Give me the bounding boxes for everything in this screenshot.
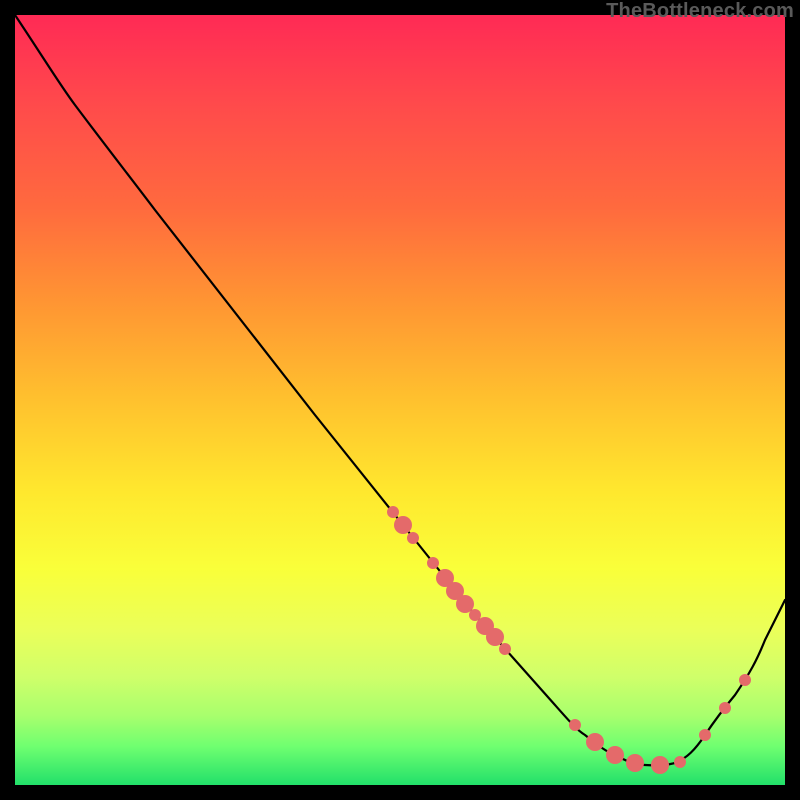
dot — [407, 532, 419, 544]
dot — [626, 754, 644, 772]
dot — [387, 506, 399, 518]
dot — [651, 756, 669, 774]
chart-frame — [15, 15, 785, 785]
dot — [499, 643, 511, 655]
dot — [739, 674, 751, 686]
chart-svg — [15, 15, 785, 785]
dot — [394, 516, 412, 534]
dot — [486, 628, 504, 646]
dot — [699, 729, 711, 741]
dot — [586, 733, 604, 751]
dot — [674, 756, 686, 768]
watermark-text: TheBottleneck.com — [606, 0, 794, 22]
highlight-dots — [387, 506, 751, 774]
bottleneck-curve — [15, 15, 785, 765]
dot — [569, 719, 581, 731]
dot — [606, 746, 624, 764]
dot — [427, 557, 439, 569]
dot — [719, 702, 731, 714]
